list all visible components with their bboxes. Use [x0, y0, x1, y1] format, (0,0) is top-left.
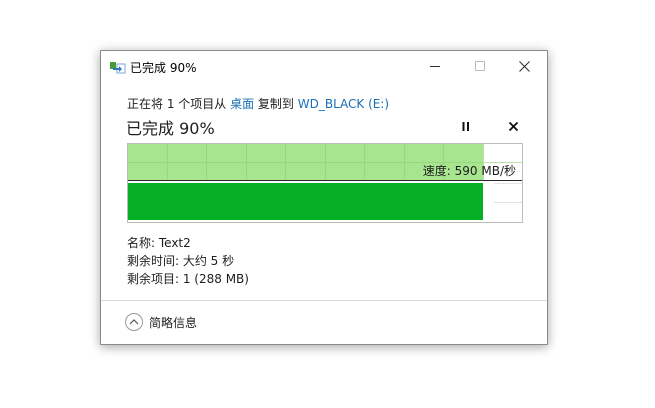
progress-status: 已完成 90%: [126, 119, 215, 138]
cancel-icon: [508, 121, 518, 131]
description-prefix: 正在将 1 个项目从: [127, 97, 231, 111]
source-link[interactable]: 桌面: [230, 97, 254, 111]
graph-grid: [128, 144, 522, 203]
speed-graph: 速度: 590 MB/秒: [127, 143, 523, 223]
title-bar[interactable]: 已完成 90%: [101, 51, 547, 81]
items-remaining: 剩余项目: 1 (288 MB): [127, 272, 249, 286]
pause-button[interactable]: [457, 117, 475, 135]
footer-divider: [101, 300, 547, 301]
window-title: 已完成 90%: [130, 61, 197, 75]
description-middle: 复制到: [254, 97, 298, 111]
speed-label: 速度: 590 MB/秒: [422, 164, 516, 178]
speed-line: [128, 180, 522, 181]
close-icon: [519, 60, 530, 72]
time-remaining: 剩余时间: 大约 5 秒: [127, 254, 235, 268]
file-name: 名称: Text2: [127, 236, 191, 250]
copy-file-icon: [110, 62, 126, 74]
fewer-details-label: 简略信息: [149, 315, 198, 330]
maximize-button[interactable]: [457, 51, 502, 81]
transfer-description: 正在将 1 个项目从 桌面 复制到 WD_BLACK (E:): [127, 95, 389, 112]
close-button[interactable]: [502, 51, 547, 81]
minimize-button[interactable]: [412, 51, 457, 81]
copy-dialog: 已完成 90% 正在将 1 个项目从 桌面 复制到 WD_BLACK (E:) …: [100, 50, 548, 345]
maximize-icon: [474, 61, 485, 71]
cancel-button[interactable]: [504, 117, 522, 135]
fewer-details-toggle[interactable]: 简略信息: [125, 313, 197, 331]
destination-link[interactable]: WD_BLACK (E:): [298, 97, 389, 111]
minimize-icon: [429, 66, 440, 67]
pause-icon: [462, 121, 469, 131]
chevron-up-icon: [125, 313, 143, 331]
